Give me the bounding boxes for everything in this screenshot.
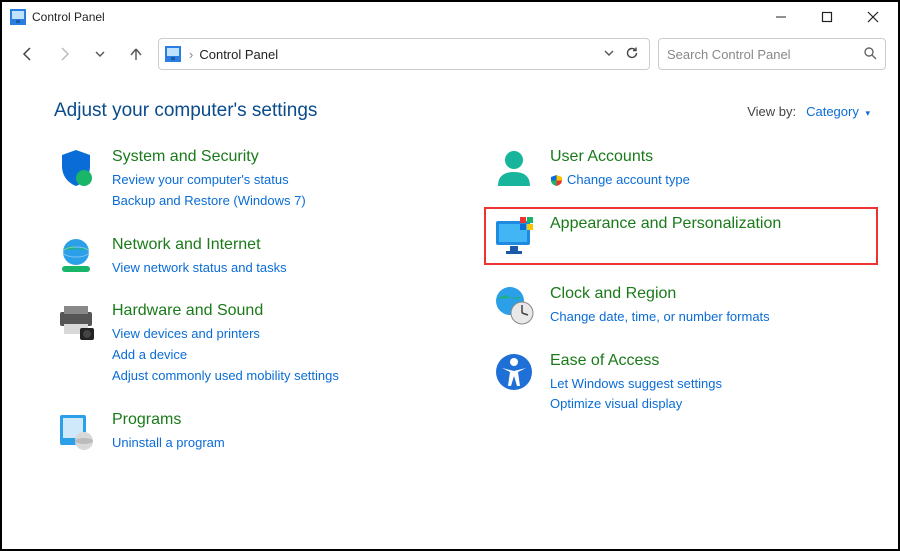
- category-network-internet: Network and Internet View network status…: [54, 234, 432, 279]
- category-title[interactable]: Ease of Access: [550, 352, 722, 370]
- close-button[interactable]: [850, 2, 896, 32]
- viewby-value: Category: [806, 104, 859, 119]
- search-input[interactable]: Search Control Panel: [658, 38, 886, 70]
- search-placeholder: Search Control Panel: [667, 47, 863, 62]
- maximize-button[interactable]: [804, 2, 850, 32]
- main-content: Adjust your computer's settings View by:…: [2, 76, 898, 488]
- category-link[interactable]: View network status and tasks: [112, 258, 287, 279]
- window-title: Control Panel: [32, 10, 105, 24]
- category-title[interactable]: Hardware and Sound: [112, 302, 339, 320]
- refresh-button[interactable]: [625, 46, 639, 63]
- page-title: Adjust your computer's settings: [54, 100, 317, 122]
- forward-button[interactable]: [50, 40, 78, 68]
- category-title[interactable]: Clock and Region: [550, 285, 770, 303]
- right-column: User Accounts Change account type: [452, 146, 870, 476]
- category-system-security: System and Security Review your computer…: [54, 146, 432, 212]
- category-appearance-personalization: Appearance and Personalization: [492, 213, 870, 257]
- breadcrumb-root[interactable]: Control Panel: [199, 47, 278, 62]
- category-user-accounts: User Accounts Change account type: [492, 146, 870, 191]
- uac-shield-icon: [550, 174, 563, 187]
- left-column: System and Security Review your computer…: [54, 146, 432, 476]
- category-link[interactable]: Change date, time, or number formats: [550, 307, 770, 328]
- category-link[interactable]: Optimize visual display: [550, 394, 722, 415]
- nav-row: › Control Panel Search Control Panel: [2, 32, 898, 76]
- category-hardware-sound: Hardware and Sound View devices and prin…: [54, 300, 432, 386]
- category-link[interactable]: Uninstall a program: [112, 433, 225, 454]
- viewby-label: View by:: [747, 104, 796, 119]
- viewby-dropdown[interactable]: Category ▾: [806, 104, 870, 119]
- category-link[interactable]: Let Windows suggest settings: [550, 374, 722, 395]
- category-ease-of-access: Ease of Access Let Windows suggest setti…: [492, 350, 870, 416]
- category-title[interactable]: Programs: [112, 411, 225, 429]
- category-link[interactable]: Change account type: [567, 170, 690, 191]
- highlighted-category: Appearance and Personalization: [484, 207, 878, 265]
- clock-icon: [492, 283, 536, 327]
- user-icon: [492, 146, 536, 190]
- category-title[interactable]: System and Security: [112, 148, 306, 166]
- category-link[interactable]: Backup and Restore (Windows 7): [112, 191, 306, 212]
- programs-icon: [54, 409, 98, 453]
- chevron-right-icon: ›: [189, 47, 193, 62]
- category-link[interactable]: Add a device: [112, 345, 339, 366]
- shield-icon: [54, 146, 98, 190]
- printer-icon: [54, 300, 98, 344]
- search-icon: [863, 46, 877, 63]
- address-bar[interactable]: › Control Panel: [158, 38, 650, 70]
- category-title[interactable]: Appearance and Personalization: [550, 215, 781, 233]
- globe-icon: [54, 234, 98, 278]
- up-button[interactable]: [122, 40, 150, 68]
- category-title[interactable]: Network and Internet: [112, 236, 287, 254]
- breadcrumb[interactable]: › Control Panel: [189, 47, 595, 62]
- titlebar: Control Panel: [2, 2, 898, 32]
- back-button[interactable]: [14, 40, 42, 68]
- category-link[interactable]: Adjust commonly used mobility settings: [112, 366, 339, 387]
- control-panel-app-icon: [10, 9, 26, 25]
- minimize-button[interactable]: [758, 2, 804, 32]
- address-bar-icon: [165, 46, 181, 62]
- category-programs: Programs Uninstall a program: [54, 409, 432, 454]
- accessibility-icon: [492, 350, 536, 394]
- chevron-down-icon: ▾: [865, 108, 870, 118]
- category-clock-region: Clock and Region Change date, time, or n…: [492, 283, 870, 328]
- address-dropdown-icon[interactable]: [603, 47, 615, 62]
- recent-locations-button[interactable]: [86, 40, 114, 68]
- monitor-icon: [492, 213, 536, 257]
- category-title[interactable]: User Accounts: [550, 148, 690, 166]
- category-link[interactable]: Review your computer's status: [112, 170, 306, 191]
- category-link[interactable]: View devices and printers: [112, 324, 339, 345]
